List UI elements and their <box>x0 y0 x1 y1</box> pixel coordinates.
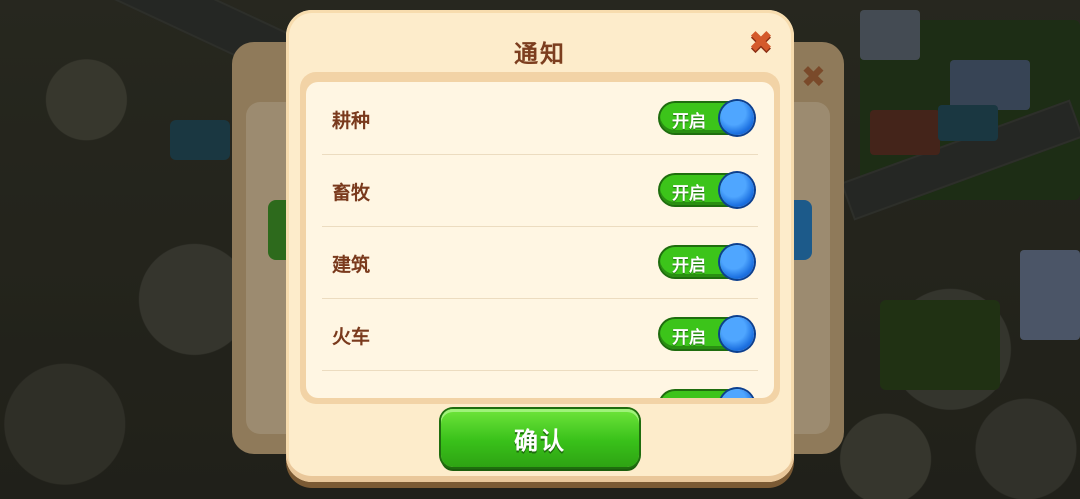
list-item-farming: 耕种 开启 <box>322 82 758 155</box>
toggle-label: 开启 <box>672 256 706 276</box>
confirm-label: 确认 <box>514 427 566 455</box>
notification-label: 耕种 <box>332 110 371 132</box>
notification-settings-dialog: 通知 ✖ 耕种 开启 畜牧 开启 建筑 开启 火车 开启 确认 <box>286 10 794 482</box>
toggle-knob <box>720 317 754 351</box>
close-button[interactable]: ✖ <box>746 28 776 58</box>
notification-label: 建筑 <box>332 254 371 276</box>
toggle-knob <box>720 173 754 207</box>
farming-toggle[interactable]: 开启 <box>660 101 754 135</box>
confirm-button[interactable]: 确认 <box>441 409 639 467</box>
toggle-label: 开启 <box>672 112 706 132</box>
toggle-knob <box>720 245 754 279</box>
train-toggle[interactable]: 开启 <box>660 317 754 351</box>
close-icon: ✖ <box>800 60 826 95</box>
list-item-train: 火车 开启 <box>322 298 758 371</box>
toggle-knob <box>720 101 754 135</box>
toggle-label: 开启 <box>672 328 706 348</box>
close-icon: ✖ <box>748 25 774 60</box>
dialog-title: 通知 <box>514 40 566 68</box>
list-item-market: 市场 开启 <box>322 370 758 398</box>
market-toggle[interactable]: 开启 <box>660 389 754 398</box>
livestock-toggle[interactable]: 开启 <box>660 173 754 207</box>
toggle-label: 开启 <box>672 184 706 204</box>
notification-label: 火车 <box>332 326 371 348</box>
notification-list[interactable]: 耕种 开启 畜牧 开启 建筑 开启 火车 开启 <box>306 82 774 398</box>
notification-label: 畜牧 <box>332 182 371 204</box>
building-toggle[interactable]: 开启 <box>660 245 754 279</box>
notification-label: 市场 <box>332 394 370 398</box>
toggle-label: 开启 <box>672 395 706 398</box>
list-item-building: 建筑 开启 <box>322 226 758 299</box>
list-item-livestock: 畜牧 开启 <box>322 154 758 227</box>
notification-list-frame: 耕种 开启 畜牧 开启 建筑 开启 火车 开启 <box>300 72 780 404</box>
